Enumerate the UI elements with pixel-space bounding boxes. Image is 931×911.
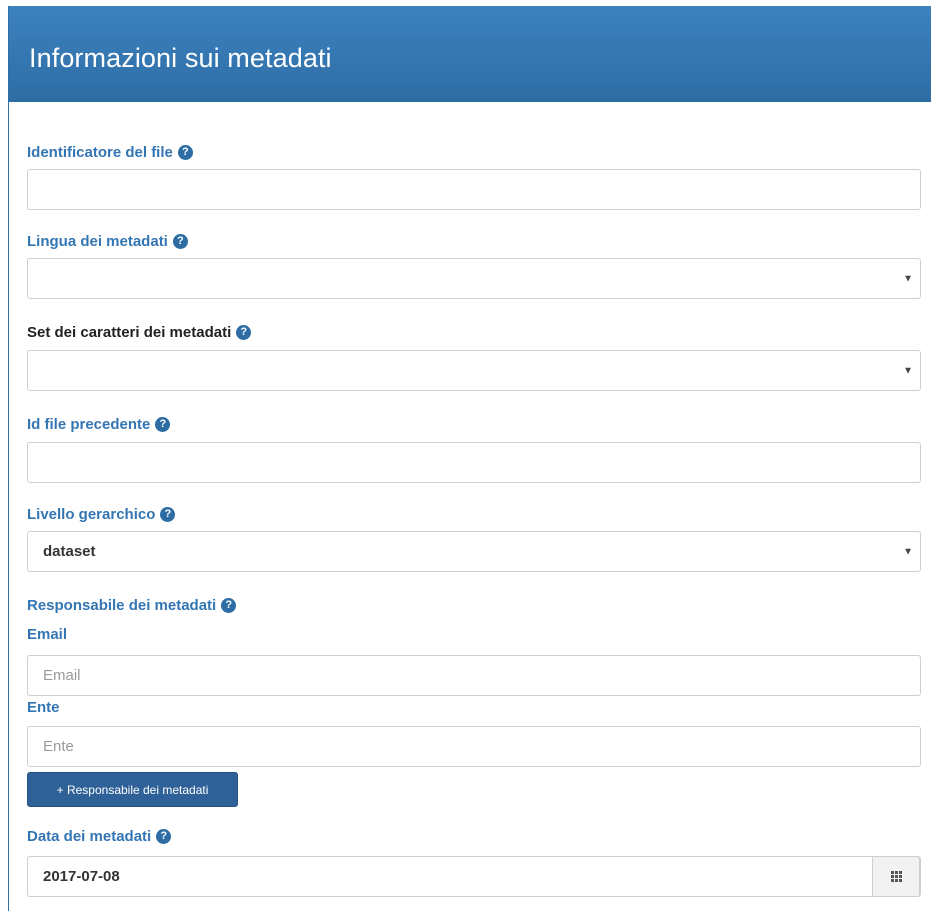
metadata-language-label: Lingua dei metadati ?: [27, 233, 188, 250]
caret-down-icon: ▼: [903, 365, 913, 376]
metadata-date-value: 2017-07-08: [43, 868, 120, 885]
metadata-responsible-label-text: Responsabile dei metadati: [27, 597, 217, 614]
panel-title: Informazioni sui metadati: [29, 43, 332, 73]
file-id-input[interactable]: [27, 169, 921, 210]
question-circle-icon[interactable]: ?: [160, 507, 176, 522]
previous-file-id-input[interactable]: [27, 442, 921, 483]
hierarchy-level-select[interactable]: dataset ▼: [27, 531, 921, 572]
metadata-responsible-label: Responsabile dei metadati ?: [27, 597, 237, 614]
metadata-charset-select[interactable]: ▼: [27, 350, 921, 391]
question-circle-icon[interactable]: ?: [177, 145, 193, 160]
metadata-date-input[interactable]: 2017-07-08: [27, 856, 921, 897]
panel-header: Informazioni sui metadati: [9, 6, 931, 102]
question-circle-icon[interactable]: ?: [155, 417, 171, 432]
hierarchy-level-label-text: Livello gerarchico: [27, 506, 156, 523]
caret-down-icon: ▼: [903, 273, 913, 284]
metadata-date-label-text: Data dei metadati: [27, 828, 152, 845]
ente-label: Ente: [27, 699, 60, 716]
hierarchy-level-selected: dataset: [43, 543, 96, 560]
question-circle-icon[interactable]: ?: [236, 325, 252, 340]
metadata-charset-label: Set dei caratteri dei metadati ?: [27, 324, 252, 341]
question-circle-icon[interactable]: ?: [221, 598, 237, 613]
metadata-language-label-text: Lingua dei metadati: [27, 233, 168, 250]
previous-file-id-label: Id file precedente ?: [27, 416, 171, 433]
file-id-label-text: Identificatore del file: [27, 144, 173, 161]
metadata-date-label: Data dei metadati ?: [27, 828, 172, 845]
question-circle-icon[interactable]: ?: [156, 829, 172, 844]
add-metadata-responsible-button[interactable]: + Responsabile dei metadati: [27, 772, 238, 807]
caret-down-icon: ▼: [903, 546, 913, 557]
metadata-panel: Informazioni sui metadati Identificatore…: [8, 6, 931, 911]
email-field[interactable]: Email: [27, 655, 921, 696]
question-circle-icon[interactable]: ?: [172, 234, 188, 249]
metadata-charset-label-text: Set dei caratteri dei metadati: [27, 324, 232, 341]
file-id-label: Identificatore del file ?: [27, 144, 193, 161]
ente-field[interactable]: Ente: [27, 726, 921, 767]
calendar-button[interactable]: [872, 856, 920, 897]
calendar-grid-icon: [890, 871, 902, 882]
email-label: Email: [27, 626, 68, 643]
hierarchy-level-label: Livello gerarchico ?: [27, 506, 176, 523]
metadata-language-select[interactable]: ▼: [27, 258, 921, 299]
previous-file-id-label-text: Id file precedente: [27, 416, 151, 433]
